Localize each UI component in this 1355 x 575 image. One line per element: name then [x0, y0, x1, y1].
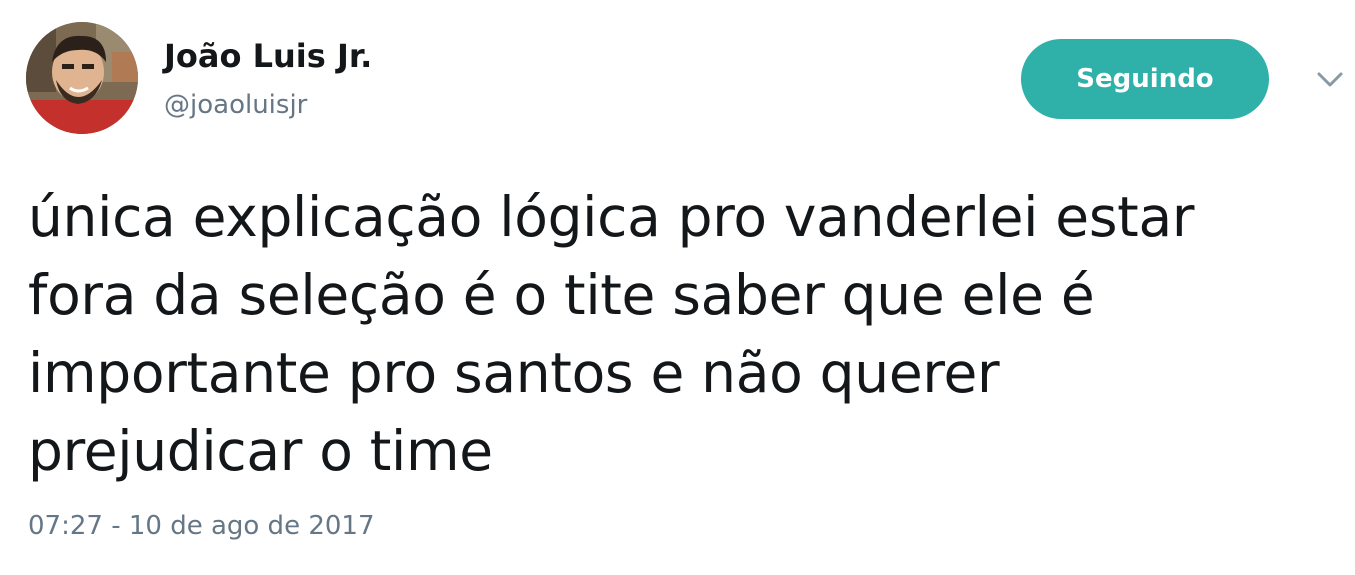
- tweet-text: única explicação lógica pro vanderlei es…: [28, 178, 1318, 490]
- display-name[interactable]: João Luis Jr.: [164, 36, 372, 76]
- tweet-text-line: prejudicar o time: [28, 419, 493, 483]
- user-handle[interactable]: @joaoluisjr: [164, 88, 307, 122]
- tweet-text-line: importante pro santos e não querer: [28, 341, 1000, 405]
- tweet-text-line: única explicação lógica pro vanderlei es…: [28, 185, 1195, 249]
- avatar[interactable]: [26, 22, 138, 134]
- following-button[interactable]: Seguindo: [1021, 39, 1269, 119]
- chevron-down-icon[interactable]: [1312, 66, 1348, 94]
- tweet-text-line: fora da seleção é o tite saber que ele é: [28, 263, 1095, 327]
- tweet-timestamp[interactable]: 07:27 - 10 de ago de 2017: [28, 508, 375, 544]
